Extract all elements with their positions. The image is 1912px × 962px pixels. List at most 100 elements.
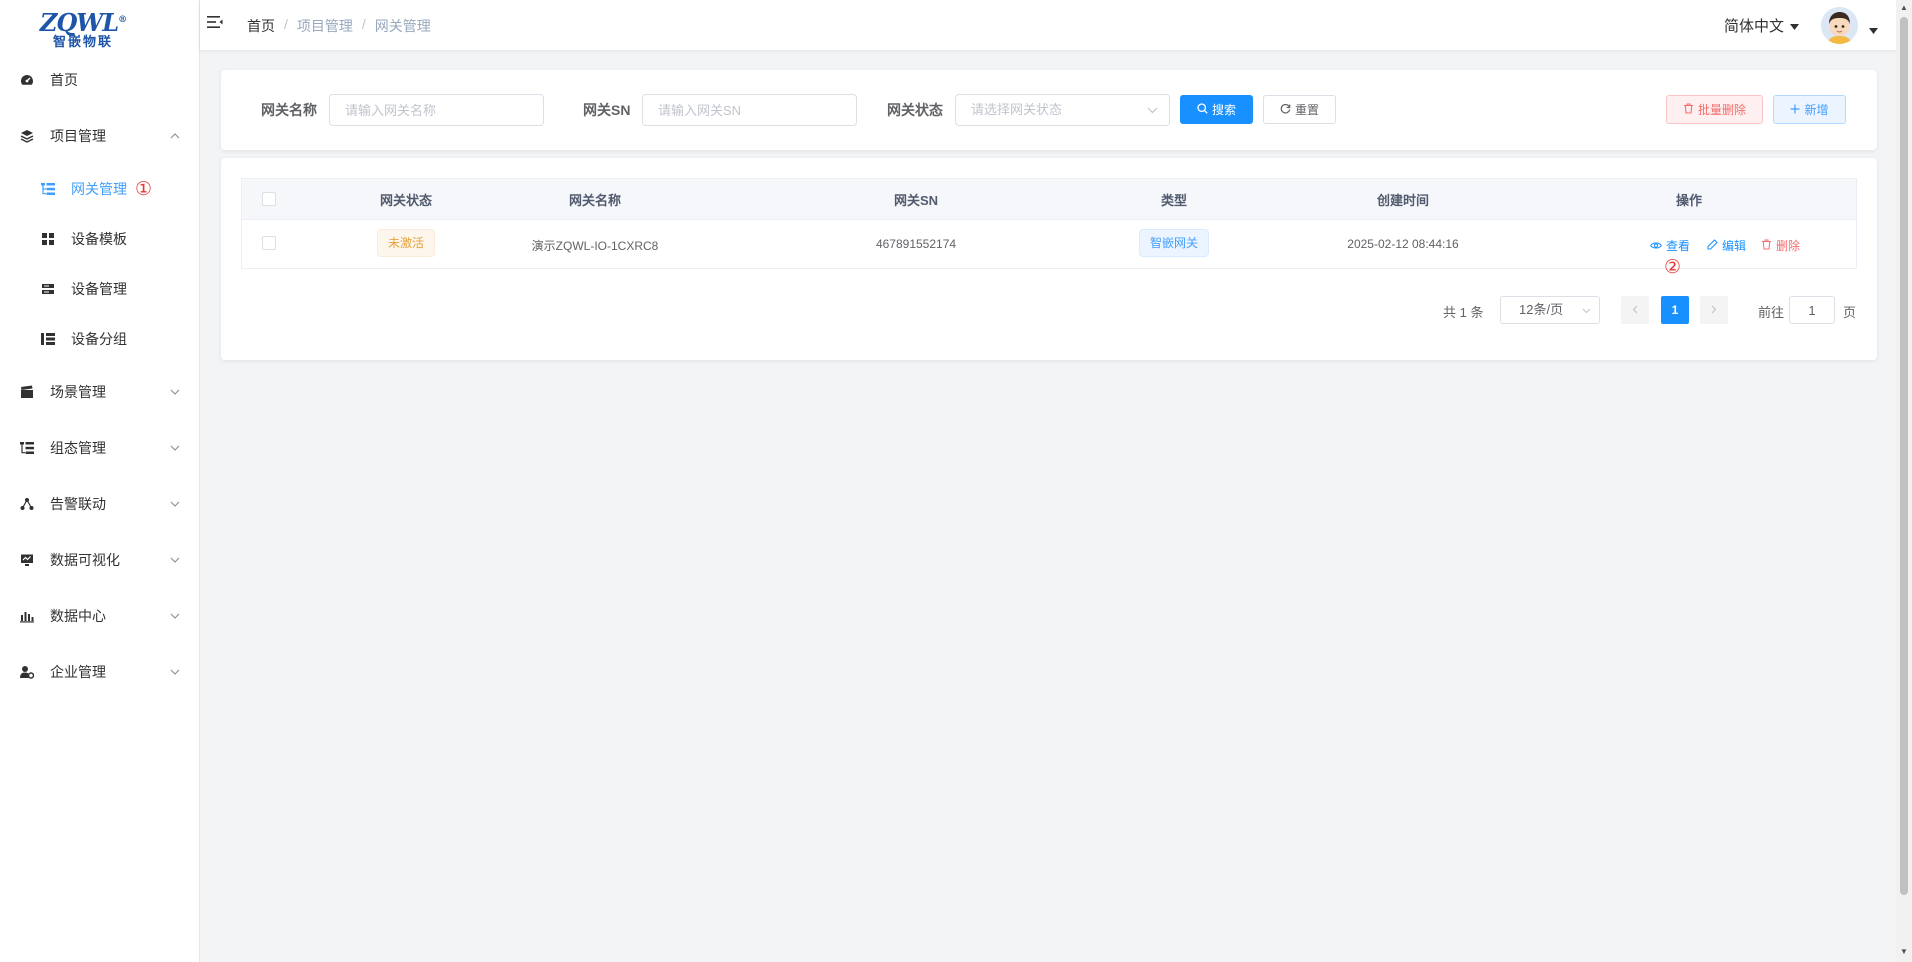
status-select-placeholder: 请选择网关状态 xyxy=(971,102,1063,117)
search-button[interactable]: 搜索 xyxy=(1180,95,1253,124)
table-panel: 网关状态 网关名称 网关SN 类型 创建时间 操作 未激活 演示ZQWL-IO-… xyxy=(221,158,1877,360)
chevron-down-icon xyxy=(170,442,180,454)
page-scrollbar[interactable]: ▲ ▼ xyxy=(1896,0,1912,962)
pagination-total: 共 1 条 xyxy=(1443,305,1484,320)
status-badge: 未激活 xyxy=(376,229,435,257)
chevron-down-icon xyxy=(170,498,180,510)
prev-page-button[interactable] xyxy=(1621,296,1649,324)
sidebar-item-visualization[interactable]: 数据可视化 xyxy=(0,532,200,588)
edit-icon xyxy=(1707,238,1718,253)
chevron-down-icon xyxy=(1582,297,1591,323)
chevron-down-icon xyxy=(170,554,180,566)
reset-button[interactable]: 重置 xyxy=(1263,95,1336,124)
gateway-table: 网关状态 网关名称 网关SN 类型 创建时间 操作 未激活 演示ZQWL-IO-… xyxy=(241,178,1857,278)
dashboard-icon xyxy=(20,73,34,87)
bar-chart-icon xyxy=(20,609,34,623)
chevron-down-icon xyxy=(170,610,180,622)
reset-button-label: 重置 xyxy=(1294,103,1319,117)
logo: ZQWL® 智嵌物联 xyxy=(38,4,128,55)
chevron-down-icon xyxy=(170,666,180,678)
server-icon xyxy=(41,282,55,296)
network-icon xyxy=(20,497,34,511)
group-icon xyxy=(41,332,55,346)
scroll-up-icon[interactable]: ▲ xyxy=(1900,3,1908,12)
sidebar-item-label: 网关管理 xyxy=(71,181,127,197)
menu-toggle-icon[interactable] xyxy=(207,14,223,34)
type-badge: 智嵌网关 xyxy=(1138,229,1209,257)
sidebar-item-gateway[interactable]: 网关管理 ① xyxy=(0,164,200,214)
language-selector[interactable]: 简体中文 xyxy=(1724,15,1800,36)
chevron-left-icon xyxy=(1632,303,1638,317)
caret-down-icon[interactable] xyxy=(1869,26,1878,37)
edit-label: 编辑 xyxy=(1722,239,1747,253)
column-header-created: 创建时间 xyxy=(1376,192,1429,208)
sidebar-item-project[interactable]: 项目管理 xyxy=(0,108,200,164)
page-size-select[interactable]: 12条/页 xyxy=(1500,296,1600,324)
batch-delete-button[interactable]: 批量删除 xyxy=(1666,95,1763,124)
sidebar-item-label: 设备分组 xyxy=(71,331,127,347)
sidebar-item-device-group[interactable]: 设备分组 xyxy=(0,314,200,364)
top-header: 首页 / 项目管理 / 网关管理 简体中文 xyxy=(200,0,1912,50)
select-all-checkbox[interactable] xyxy=(262,192,276,206)
column-header-actions: 操作 xyxy=(1675,192,1702,208)
sidebar-item-data-center[interactable]: 数据中心 xyxy=(0,588,200,644)
eye-icon xyxy=(1650,239,1662,253)
row-checkbox[interactable] xyxy=(262,236,276,250)
plus-icon xyxy=(1790,103,1800,117)
add-button[interactable]: 新增 xyxy=(1773,95,1846,124)
page-number-1[interactable]: 1 xyxy=(1661,296,1689,324)
sidebar-item-scene[interactable]: 场景管理 xyxy=(0,364,200,420)
breadcrumb-home[interactable]: 首页 xyxy=(247,16,275,36)
sidebar-item-device-template[interactable]: 设备模板 xyxy=(0,214,200,264)
sidebar-item-label: 企业管理 xyxy=(50,664,106,680)
user-avatar[interactable] xyxy=(1821,7,1858,44)
scrollbar-thumb[interactable] xyxy=(1900,17,1908,895)
view-link[interactable]: 查看 xyxy=(1650,237,1690,254)
breadcrumb-project[interactable]: 项目管理 xyxy=(297,16,353,36)
delete-link[interactable]: 删除 xyxy=(1761,237,1800,254)
gateway-status-label: 网关状态 xyxy=(887,102,943,118)
chevron-down-icon xyxy=(1147,95,1158,125)
sidebar-item-alarm[interactable]: 告警联动 xyxy=(0,476,200,532)
sidebar-item-label: 首页 xyxy=(50,72,78,88)
goto-prefix: 前往 xyxy=(1758,305,1785,320)
annotation-marker-1: ① xyxy=(135,178,153,200)
sidebar-item-device-management[interactable]: 设备管理 xyxy=(0,264,200,314)
created-time-cell: 2025-02-12 08:44:16 xyxy=(1347,237,1459,251)
logo-subtitle: 智嵌物联 xyxy=(52,35,113,50)
scroll-down-icon[interactable]: ▼ xyxy=(1900,947,1908,956)
breadcrumb-separator: / xyxy=(284,16,288,32)
tree-list-icon xyxy=(41,182,55,196)
breadcrumb: 首页 / 项目管理 / 网关管理 xyxy=(247,16,431,36)
sidebar-menu: 首页 项目管理 网关管理 ① 设备模板 设备管理 设备分组 场景管理 组态管理 … xyxy=(0,52,200,700)
sidebar-item-home[interactable]: 首页 xyxy=(0,52,200,108)
column-header-status: 网关状态 xyxy=(379,192,432,208)
edit-link[interactable]: 编辑 xyxy=(1707,237,1746,254)
layers-icon xyxy=(20,129,34,143)
gateway-sn-input[interactable] xyxy=(642,94,857,126)
goto-suffix: 页 xyxy=(1843,305,1857,320)
gateway-status-select[interactable]: 请选择网关状态 xyxy=(955,94,1170,126)
logo-text: ZQWL xyxy=(39,8,119,37)
trash-icon xyxy=(1683,102,1694,117)
gateway-name-input[interactable] xyxy=(329,94,544,126)
sidebar-item-label: 数据中心 xyxy=(50,608,106,624)
sidebar-item-configuration[interactable]: 组态管理 xyxy=(0,420,200,476)
sidebar-item-label: 项目管理 xyxy=(50,128,106,144)
sidebar-item-label: 数据可视化 xyxy=(50,552,120,568)
gateway-sn-cell: 467891552174 xyxy=(875,237,957,251)
sidebar-item-label: 场景管理 xyxy=(50,384,106,400)
next-page-button[interactable] xyxy=(1700,296,1728,324)
chevron-up-icon xyxy=(170,130,180,142)
sidebar-item-enterprise[interactable]: 企业管理 xyxy=(0,644,200,700)
breadcrumb-separator: / xyxy=(361,16,366,32)
batch-delete-label: 批量删除 xyxy=(1697,103,1746,117)
language-label: 简体中文 xyxy=(1724,18,1785,35)
delete-label: 删除 xyxy=(1776,239,1801,253)
chevron-right-icon xyxy=(1711,303,1717,317)
page-size-value: 12条/页 xyxy=(1519,302,1564,317)
goto-page-input[interactable] xyxy=(1789,296,1835,324)
search-button-label: 搜索 xyxy=(1211,103,1236,117)
gateway-name-cell: 演示ZQWL-IO-1CXRC8 xyxy=(531,239,659,253)
tree-table-icon xyxy=(20,441,34,455)
